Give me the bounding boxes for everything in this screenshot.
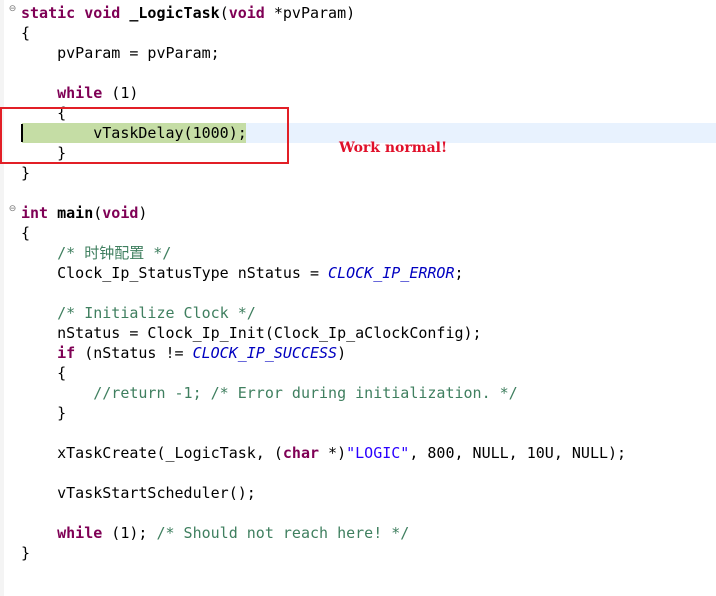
code-line-14[interactable]: Clock_Ip_StatusType nStatus = CLOCK_IP_E… [21,263,464,283]
code-line-20[interactable]: //return -1; /* Error during initializat… [21,383,517,403]
code-editor[interactable]: ⊖ ⊖ static void _LogicTask(void *pvParam… [0,0,716,596]
keyword: static [21,4,76,22]
keyword: char [282,444,320,462]
code-text: ; [454,264,464,282]
function-name: _LogicTask [129,4,220,22]
keyword: if [57,344,76,362]
collapse-icon[interactable]: ⊖ [8,205,17,214]
keyword: void [84,4,121,22]
code-line-16[interactable]: /* Initialize Clock */ [21,303,256,323]
code-line-28[interactable]: } [21,543,30,563]
keyword: while [57,84,103,102]
enum-constant: CLOCK_IP_ERROR [328,264,455,282]
keyword: void [228,4,265,22]
code-line-9[interactable]: } [21,163,30,183]
code-line-17[interactable]: nStatus = Clock_Ip_Init(Clock_Ip_aClockC… [21,323,481,343]
code-text: *pvParam) [264,4,356,22]
code-line-11[interactable]: int main(void) [21,203,147,223]
code-line-1[interactable]: static void _LogicTask(void *pvParam) [21,3,355,23]
keyword: void [102,204,139,222]
code-text: , 800, NULL, 10U, NULL); [409,444,627,462]
code-line-19[interactable]: { [21,363,66,383]
code-line-12[interactable]: { [21,223,30,243]
code-text: xTaskCreate(_LogicTask, ( [21,444,283,462]
code-text: ( [219,4,229,22]
code-line-3[interactable]: pvParam = pvParam; [21,43,220,63]
code-text: (1) [102,84,139,102]
code-line-18[interactable]: if (nStatus != CLOCK_IP_SUCCESS) [21,343,346,363]
code-line-13[interactable]: /* 时钟配置 */ [21,243,171,263]
annotation-box [0,107,289,164]
code-text: (nStatus != [75,344,193,362]
code-line-2[interactable]: { [21,23,30,43]
collapse-icon[interactable]: ⊖ [8,5,17,14]
code-line-27[interactable]: while (1); /* Should not reach here! */ [21,523,409,543]
annotation-text: Work normal! [339,140,448,156]
code-text: *) [319,444,347,462]
current-line-highlight [246,123,716,143]
function-name: main [57,204,94,222]
string-literal: "LOGIC" [346,444,410,462]
code-text: Clock_Ip_StatusType nStatus = [21,264,329,282]
code-text: ) [337,344,347,362]
editor-gutter [0,0,4,596]
code-line-21[interactable]: } [21,403,66,423]
code-text: (1); [102,524,157,542]
code-line-25[interactable]: vTaskStartScheduler(); [21,483,256,503]
code-text: ( [93,204,103,222]
keyword: while [57,524,103,542]
keyword: int [21,204,49,222]
code-text: ) [138,204,148,222]
code-line-23[interactable]: xTaskCreate(_LogicTask, (char *)"LOGIC",… [21,443,626,463]
comment: /* Should not reach here! */ [156,524,410,542]
code-line-5[interactable]: while (1) [21,83,138,103]
enum-constant: CLOCK_IP_SUCCESS [192,344,338,362]
